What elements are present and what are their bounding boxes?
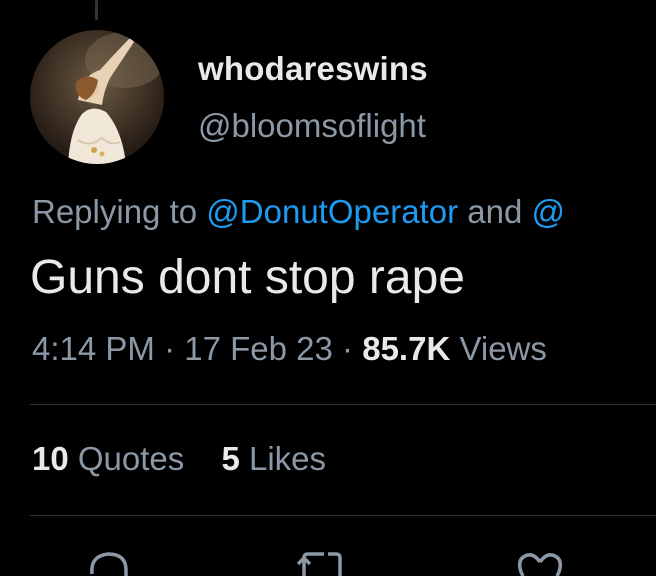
likes-count: 5: [221, 440, 240, 477]
author-handle[interactable]: @bloomsoflight: [198, 107, 426, 145]
author-display-name[interactable]: whodareswins: [198, 50, 428, 88]
divider-bottom: [30, 515, 656, 516]
quotes-label: Quotes: [77, 440, 185, 477]
tweet-date[interactable]: 17 Feb 23: [184, 330, 333, 367]
tweet-time[interactable]: 4:14 PM: [32, 330, 155, 367]
mention-link-donutoperator[interactable]: @DonutOperator: [206, 193, 458, 230]
avatar[interactable]: [30, 30, 164, 164]
meta-separator: ·: [342, 330, 354, 367]
engagement-stats: 10 Quotes 5 Likes: [32, 440, 354, 478]
divider-top: [30, 404, 656, 405]
likes-label: Likes: [249, 440, 327, 477]
replying-to-label: Replying to: [32, 193, 198, 230]
avatar-image: [30, 30, 164, 164]
tweet-meta: 4:14 PM · 17 Feb 23 · 85.7K Views: [32, 330, 547, 368]
replying-connector: and: [467, 193, 523, 230]
quotes-count: 10: [32, 440, 69, 477]
reply-icon[interactable]: [86, 548, 130, 576]
action-bar: [0, 548, 656, 576]
views-count[interactable]: 85.7K: [362, 330, 450, 367]
views-label[interactable]: Views: [459, 330, 546, 367]
meta-separator: ·: [164, 330, 176, 367]
replying-to-line: Replying to @DonutOperator and @: [32, 193, 565, 231]
quotes-stat[interactable]: 10 Quotes: [32, 440, 193, 477]
like-icon[interactable]: [515, 548, 565, 576]
tweet-text: Guns dont stop rape: [30, 251, 465, 304]
thread-connector-line: [95, 0, 98, 20]
mention-link-truncated[interactable]: @: [531, 193, 565, 230]
likes-stat[interactable]: 5 Likes: [221, 440, 326, 477]
retweet-icon[interactable]: [296, 548, 346, 576]
